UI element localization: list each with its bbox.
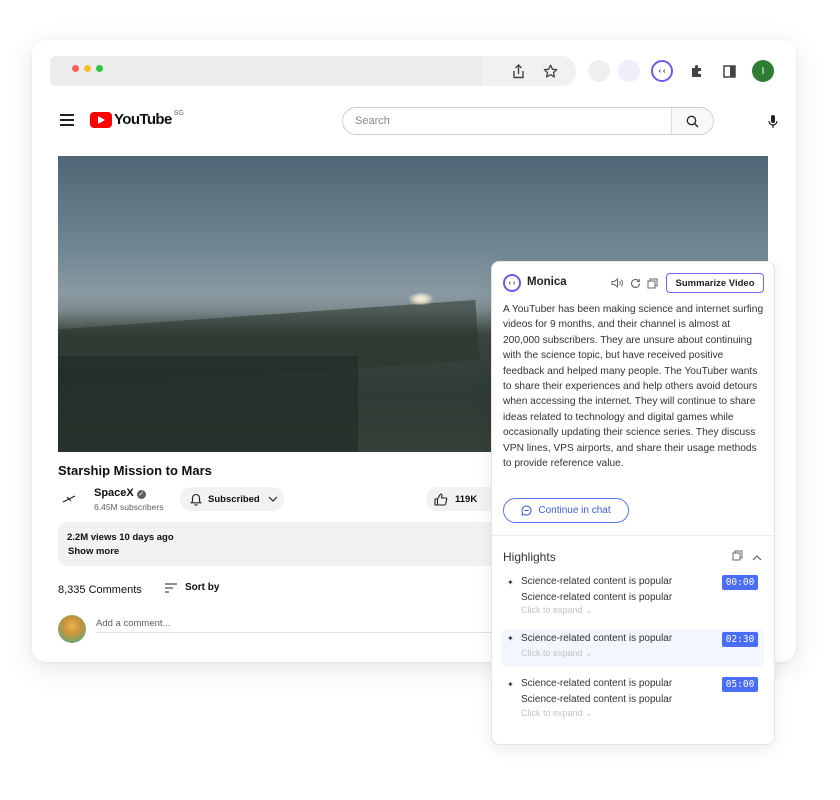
browser-toolbar: ‹ ‹ I [50, 56, 796, 86]
search-icon [686, 115, 699, 127]
bell-icon [190, 493, 202, 506]
thumbs-up-icon [434, 492, 448, 506]
highlight-item[interactable]: ✦ Science-related content is popular Sci… [502, 574, 764, 622]
panel-divider [492, 535, 774, 536]
youtube-header: YouTube SG [32, 100, 796, 144]
share-icon[interactable] [508, 56, 528, 86]
timestamp-button[interactable]: 00:00 [722, 575, 758, 590]
youtube-logo[interactable]: YouTube SG [90, 110, 184, 128]
profile-avatar[interactable]: I [752, 60, 774, 82]
menu-icon[interactable] [60, 114, 74, 126]
search-button[interactable] [671, 108, 713, 134]
maximize-window-button[interactable] [96, 65, 103, 72]
click-to-expand-link[interactable]: Click to expand ⌄ [521, 605, 593, 616]
highlights-actions [732, 550, 762, 564]
sparkle-icon: ✦ [507, 680, 514, 689]
video-stats: 2.2M views 10 days ago [67, 532, 174, 543]
youtube-play-icon [90, 111, 112, 128]
microphone-icon[interactable] [766, 113, 780, 131]
subscribed-button[interactable]: Subscribed [180, 487, 284, 511]
sidebar-icon[interactable] [718, 56, 740, 86]
extension-placeholder-icon[interactable] [588, 60, 610, 82]
video-summary-text: A YouTuber has been making science and i… [503, 304, 764, 470]
chevron-up-icon [752, 555, 762, 561]
sort-by-button[interactable]: Sort by [164, 582, 219, 593]
minimize-window-button[interactable] [84, 65, 91, 72]
video-title: Starship Mission to Mars [58, 463, 212, 478]
like-button[interactable]: 119K [426, 487, 492, 511]
comments-count: 8,335 Comments [58, 584, 142, 596]
description-box[interactable]: 2.2M views 10 days ago Show more [58, 522, 498, 566]
video-frame-sun [408, 292, 434, 306]
click-to-expand-link[interactable]: Click to expand ⌄ [521, 708, 593, 719]
close-window-button[interactable] [72, 65, 79, 72]
refresh-icon[interactable] [628, 276, 642, 290]
extension-placeholder-icon[interactable] [618, 60, 640, 82]
add-comment-input[interactable] [96, 615, 496, 633]
highlights-title: Highlights [503, 550, 556, 564]
monica-panel: ‹ ‹ Monica Summarize Video A YouTuber ha… [491, 261, 775, 745]
channel-subscribers: 6.45M subscribers [94, 502, 164, 512]
star-icon[interactable] [540, 56, 560, 86]
continue-in-chat-button[interactable]: Continue in chat [503, 498, 629, 523]
puzzle-icon[interactable] [686, 56, 708, 86]
summarize-video-button[interactable]: Summarize Video [666, 273, 764, 293]
search-input[interactable] [343, 108, 713, 134]
address-bar-actions [482, 56, 576, 86]
sort-icon [165, 582, 177, 593]
sparkle-icon: ✦ [507, 634, 514, 643]
highlight-item[interactable]: ✦ Science-related content is popular Cli… [502, 630, 764, 666]
copy-icon[interactable] [645, 276, 659, 290]
speaker-icon[interactable] [610, 276, 624, 290]
chevron-down-icon [268, 496, 278, 502]
user-avatar [58, 615, 86, 643]
channel-name[interactable]: SpaceX ✓ [94, 487, 146, 499]
spacex-logo-icon[interactable] [62, 492, 76, 506]
highlight-item[interactable]: ✦ Science-related content is popular Sci… [502, 676, 764, 726]
sparkle-icon: ✦ [507, 578, 514, 587]
show-more-link[interactable]: Show more [68, 546, 119, 557]
tab-strip [50, 56, 482, 86]
monica-logo-icon: ‹ ‹ [503, 274, 521, 292]
chat-icon [521, 505, 532, 516]
monica-title: Monica [527, 276, 567, 288]
click-to-expand-link[interactable]: Click to expand ⌄ [521, 648, 593, 659]
timestamp-button[interactable]: 05:00 [722, 677, 758, 692]
copy-icon [732, 550, 743, 561]
monica-extension-icon[interactable]: ‹ ‹ [651, 60, 673, 82]
verified-icon: ✓ [136, 490, 146, 499]
timestamp-button[interactable]: 02:30 [722, 632, 758, 647]
search-box [342, 107, 714, 135]
